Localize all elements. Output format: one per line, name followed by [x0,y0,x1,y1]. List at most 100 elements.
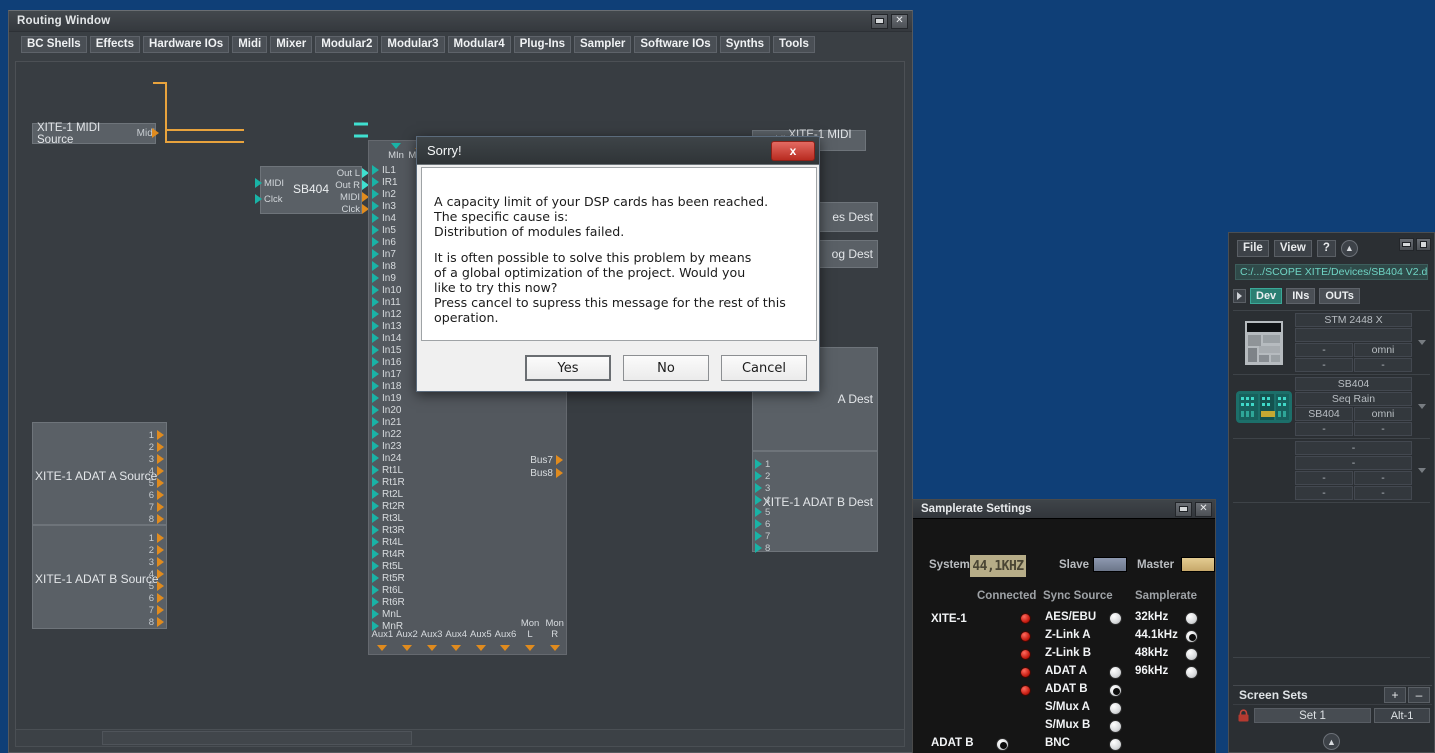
lock-icon[interactable] [1235,709,1251,723]
device-maximize-button[interactable] [1416,238,1431,251]
adat-b-source-pin-8[interactable]: 8 [149,616,164,628]
sync-source-radio-aes-ebu[interactable] [1109,612,1122,625]
sb404-in-clck-pin[interactable] [255,194,262,204]
routing-close-button[interactable]: ✕ [891,14,908,29]
io-bottom-pin-aux2[interactable] [402,645,412,651]
device-right[interactable]: omni [1354,407,1412,421]
adat-b-dest-pin-5[interactable]: 5 [755,506,770,518]
io-input-rt2l[interactable]: Rt2L [372,488,403,500]
add-screen-set-button[interactable]: + [1384,687,1406,703]
io-input-rt5r[interactable]: Rt5R [372,572,405,584]
io-input-rt1l[interactable]: Rt1L [372,464,403,476]
module-xite1-adat-b-dest[interactable]: XITE-1 ADAT B Dest 12345678 [752,451,878,552]
io-bus-bus7[interactable]: Bus7 [530,454,563,466]
device-file-path[interactable]: C:/.../SCOPE XITE/Devices/SB404 V2.dev [1235,264,1428,280]
io-input-in9[interactable]: In9 [372,272,396,284]
io-input-rt4r[interactable]: Rt4R [372,548,405,560]
io-bottom-pin-aux5[interactable] [476,645,486,651]
adat-a-source-pin-6[interactable]: 6 [149,489,164,501]
tab-plug-ins[interactable]: Plug-Ins [514,36,571,53]
screen-set-row[interactable]: Set 1 Alt-1 [1233,705,1432,726]
io-input-rt3l[interactable]: Rt3L [372,512,403,524]
io-input-in20[interactable]: In20 [372,404,401,416]
io-bus-bus8[interactable]: Bus8 [530,467,563,479]
io-input-in13[interactable]: In13 [372,320,401,332]
slave-indicator[interactable] [1093,557,1127,572]
tab-effects[interactable]: Effects [90,36,140,53]
remove-screen-set-button[interactable]: – [1408,687,1430,703]
io-bottom-pin-monr[interactable] [550,645,560,651]
io-input-in2[interactable]: In2 [372,188,396,200]
tab-modular3[interactable]: Modular3 [381,36,444,53]
adat-a-source-pin-7[interactable]: 7 [149,501,164,513]
sync-source-radio-s-mux-a[interactable] [1109,702,1122,715]
routing-minimize-button[interactable] [871,14,888,29]
tab-modular2[interactable]: Modular2 [315,36,378,53]
adat-b-dest-pin-6[interactable]: 6 [755,518,770,530]
menu-view[interactable]: View [1274,240,1312,257]
io-bottom-pin-aux1[interactable] [377,645,387,651]
io-input-in22[interactable]: In22 [372,428,401,440]
device-row4-left[interactable]: - [1295,422,1353,436]
dialog-yes-button[interactable]: Yes [525,355,611,381]
io-input-in16[interactable]: In16 [372,356,401,368]
tab-tools[interactable]: Tools [773,36,815,53]
adat-a-source-pin-2[interactable]: 2 [149,441,164,453]
io-input-in17[interactable]: In17 [372,368,401,380]
io-input-rt4l[interactable]: Rt4L [372,536,403,548]
io-bottom-pin-aux3[interactable] [427,645,437,651]
adat-a-source-pin-3[interactable]: 3 [149,453,164,465]
io-input-ir1[interactable]: IR1 [372,176,398,188]
sync-source-radio-bnc[interactable] [1109,738,1122,751]
device-right[interactable]: omni [1354,343,1412,357]
optical-radio-adat-b[interactable] [996,738,1009,751]
master-indicator[interactable] [1181,557,1215,572]
device-left[interactable]: - [1295,343,1353,357]
io-input-in6[interactable]: In6 [372,236,396,248]
adat-a-source-pin-4[interactable]: 4 [149,465,164,477]
tab-midi[interactable]: Midi [232,36,267,53]
device-collapse-icon[interactable] [1233,289,1246,303]
routing-window-titlebar[interactable]: Routing Window ✕ [9,11,912,32]
screen-set-name[interactable]: Set 1 [1254,708,1371,723]
tab-software-ios[interactable]: Software IOs [634,36,716,53]
io-input-in5[interactable]: In5 [372,224,396,236]
dialog-close-button[interactable]: x [771,141,815,161]
menu-file[interactable]: File [1237,240,1269,257]
io-input-rt5l[interactable]: Rt5L [372,560,403,572]
device-sub[interactable] [1295,328,1412,342]
device-sub[interactable]: Seq Rain [1295,392,1412,406]
io-input-in10[interactable]: In10 [372,284,401,296]
device-name[interactable]: STM 2448 X [1295,313,1412,327]
io-bottom-pin-aux6[interactable] [500,645,510,651]
io-input-in3[interactable]: In3 [372,200,396,212]
io-input-in8[interactable]: In8 [372,260,396,272]
adat-a-source-pin-1[interactable]: 1 [149,429,164,441]
device-minimize-button[interactable] [1399,238,1414,251]
sync-source-radio-adat-a[interactable] [1109,666,1122,679]
sync-source-radio-adat-b[interactable] [1109,684,1122,697]
tab-ins[interactable]: INs [1286,288,1315,304]
samplerate-titlebar[interactable]: Samplerate Settings ✕ [913,500,1215,519]
io-input-in18[interactable]: In18 [372,380,401,392]
device-right[interactable]: - [1354,471,1412,485]
tab-mixer[interactable]: Mixer [270,36,312,53]
io-input-in19[interactable]: In19 [372,392,401,404]
io-input-il1[interactable]: IL1 [372,164,396,176]
device-row4-left[interactable]: - [1295,486,1353,500]
io-input-in7[interactable]: In7 [372,248,396,260]
adat-a-source-pin-8[interactable]: 8 [149,513,164,525]
device-expand-icon[interactable] [1414,375,1430,438]
io-input-in12[interactable]: In12 [372,308,401,320]
samplerate-close-button[interactable]: ✕ [1195,502,1212,517]
device-left[interactable]: SB404 [1295,407,1353,421]
scope-logo-icon-bottom[interactable]: ▲ [1323,733,1340,750]
io-input-rt3r[interactable]: Rt3R [372,524,405,536]
io-top-pin-min[interactable] [391,143,401,149]
device-row[interactable]: - - - - - - [1233,439,1430,503]
menu-help[interactable]: ? [1317,240,1336,257]
device-row[interactable]: SB404 Seq Rain SB404 omni - - [1233,375,1430,439]
tab-hardware-ios[interactable]: Hardware IOs [143,36,229,53]
samplerate-minimize-button[interactable] [1175,502,1192,517]
adat-b-source-pin-1[interactable]: 1 [149,532,164,544]
